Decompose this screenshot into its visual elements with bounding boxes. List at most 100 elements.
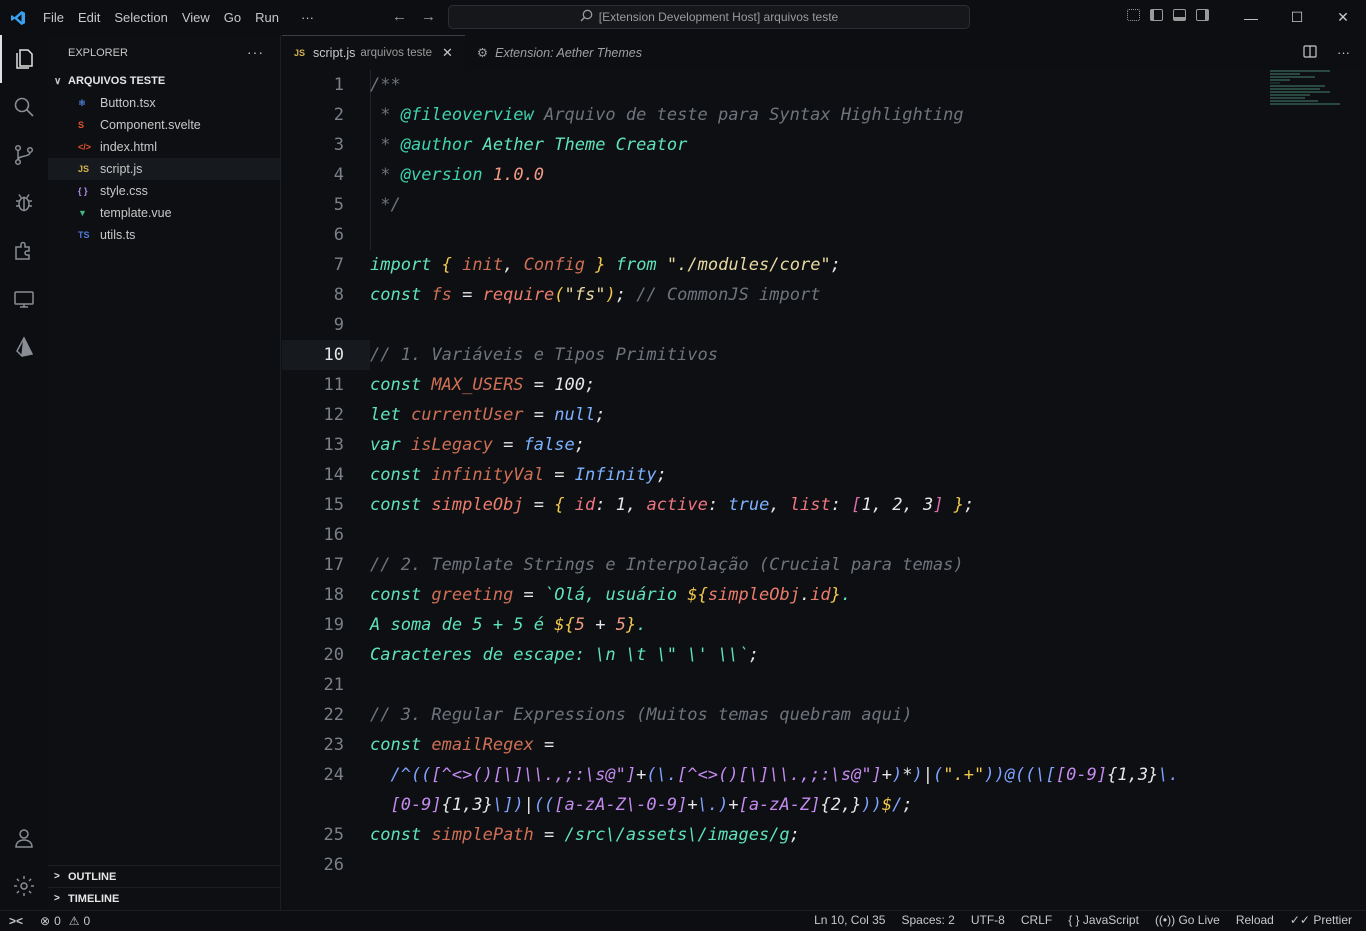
code-token: $	[881, 795, 893, 815]
code-token: isLegacy	[410, 435, 493, 455]
code-token: =	[544, 465, 575, 485]
source-control-icon[interactable]	[0, 131, 48, 179]
code-line: const infinityVal = Infinity;	[370, 460, 1179, 490]
encoding[interactable]: UTF-8	[971, 913, 1005, 927]
code-token: =	[451, 285, 483, 305]
code-line: const simpleObj = { id: 1, active: true,…	[370, 490, 1179, 520]
code-token: Caracteres de escape: \n \t \" \' \\	[370, 645, 739, 665]
explorer-icon[interactable]	[0, 35, 48, 83]
toggle-secondary-sidebar-icon[interactable]	[1196, 9, 1209, 21]
workspace-folder[interactable]: ∨ ARQUIVOS TESTE	[48, 70, 280, 92]
code-token: \.)	[697, 795, 729, 815]
close-tab-icon[interactable]: ✕	[442, 45, 453, 61]
code-token: }	[625, 615, 637, 635]
settings-gear-icon[interactable]	[0, 862, 48, 910]
line-number-gutter: 1 2 3 4 5 6 7 8 9 10 11 12 13 14 15 16 17 18 19 20 21 22 23 24 2…	[282, 70, 344, 880]
close-window-icon[interactable]: ✕	[1320, 0, 1366, 35]
search-view-icon[interactable]	[0, 83, 48, 131]
outline-section[interactable]: > OUTLINE	[48, 865, 280, 887]
code-line: const fs = require("fs"); // CommonJS im…	[370, 280, 1179, 310]
prettier-button[interactable]: ✓✓ Prettier	[1290, 913, 1352, 927]
go-live-button[interactable]: ((•)) Go Live	[1155, 913, 1220, 927]
code-token: simplePath	[431, 825, 534, 845]
menu-go[interactable]: Go	[217, 10, 248, 25]
code-token: true	[728, 495, 770, 515]
line-number: 13	[323, 435, 344, 455]
code-token: simpleObj	[707, 585, 800, 605]
code-line: // 3. Regular Expressions (Muitos temas …	[370, 700, 1179, 730]
toggle-panel-icon[interactable]	[1173, 9, 1186, 21]
reload-button[interactable]: Reload	[1236, 913, 1274, 927]
code-token: {	[441, 255, 452, 275]
file-item[interactable]: ▼ template.vue	[48, 202, 280, 224]
file-item[interactable]: ⚛ Button.tsx	[48, 92, 280, 114]
back-arrow-icon[interactable]: ←	[392, 8, 407, 25]
code-token: 5	[615, 615, 626, 635]
prism-icon[interactable]	[0, 323, 48, 371]
code-token: import	[370, 255, 442, 275]
file-item[interactable]: TS utils.ts	[48, 224, 280, 246]
code-editor[interactable]: 1 2 3 4 5 6 7 8 9 10 11 12 13 14 15 16 17 18 19 20 21 22 23 24 2…	[282, 70, 1366, 910]
code-line: */	[370, 190, 1179, 220]
file-item[interactable]: JS script.js	[48, 158, 280, 180]
minimap[interactable]	[1270, 70, 1342, 130]
activity-bar-bottom	[0, 814, 48, 910]
code-token: {1,3}	[441, 795, 493, 815]
file-item[interactable]: S Component.svelte	[48, 114, 280, 136]
code-token: =	[492, 435, 524, 455]
file-item[interactable]: </> index.html	[48, 136, 280, 158]
code-token: ,	[902, 495, 923, 515]
tab-script-js[interactable]: JS script.js arquivos teste ✕	[282, 35, 465, 70]
more-actions-icon[interactable]: ···	[1337, 45, 1350, 61]
code-token: const	[370, 585, 432, 605]
code-token: /**	[370, 75, 401, 95]
code-token: "./modules/core"	[666, 255, 831, 275]
forward-arrow-icon[interactable]: →	[421, 8, 436, 25]
line-ending[interactable]: CRLF	[1021, 913, 1052, 927]
menu-run[interactable]: Run	[248, 10, 286, 25]
code-content[interactable]: /** * @fileoverview Arquivo de teste par…	[370, 70, 1179, 880]
accounts-icon[interactable]	[0, 814, 48, 862]
file-item[interactable]: { } style.css	[48, 180, 280, 202]
remote-explorer-icon[interactable]	[0, 275, 48, 323]
menu-file[interactable]: File	[36, 10, 71, 25]
menu-selection[interactable]: Selection	[107, 10, 174, 25]
line-number: 6	[333, 225, 344, 245]
tab-extension-aether-themes[interactable]: ⚙ Extension: Aether Themes	[465, 35, 654, 70]
code-token: ,	[871, 495, 893, 515]
code-token: :	[830, 495, 852, 515]
code-token: =	[523, 375, 555, 395]
menu-more[interactable]: ···	[294, 10, 321, 25]
chevron-right-icon: >	[54, 893, 60, 904]
code-token: {2,}	[820, 795, 862, 815]
code-token: ${	[687, 585, 708, 605]
cursor-position[interactable]: Ln 10, Col 35	[814, 913, 885, 927]
extensions-icon[interactable]	[0, 227, 48, 275]
code-token: 2	[892, 495, 903, 515]
code-token: |	[523, 795, 534, 815]
split-editor-icon[interactable]	[1303, 45, 1317, 61]
code-token: id	[574, 495, 596, 515]
line-number: 10	[323, 345, 344, 365]
debug-icon[interactable]	[0, 179, 48, 227]
menu-edit[interactable]: Edit	[71, 10, 107, 25]
indentation[interactable]: Spaces: 2	[901, 913, 954, 927]
code-token: const	[370, 465, 432, 485]
more-actions-icon[interactable]: ···	[247, 44, 264, 60]
language-mode[interactable]: { } JavaScript	[1068, 913, 1139, 927]
code-token: :	[595, 495, 616, 515]
code-token: {1,3}	[1107, 765, 1159, 785]
js-file-icon: JS	[294, 48, 306, 58]
remote-indicator-icon[interactable]: ><	[0, 914, 32, 928]
toggle-primary-sidebar-icon[interactable]	[1150, 9, 1163, 21]
menu-view[interactable]: View	[175, 10, 217, 25]
command-center-search[interactable]: [Extension Development Host] arquivos te…	[448, 5, 970, 29]
code-token: `	[738, 645, 749, 665]
minimize-icon[interactable]: —	[1228, 0, 1274, 35]
problems-indicator[interactable]: ⊗ 0 ⚠ 0	[40, 914, 90, 928]
maximize-icon[interactable]: ☐	[1274, 0, 1320, 35]
customize-layout-icon[interactable]	[1127, 9, 1140, 21]
timeline-section[interactable]: > TIMELINE	[48, 887, 280, 909]
code-token: emailRegex	[431, 735, 534, 755]
